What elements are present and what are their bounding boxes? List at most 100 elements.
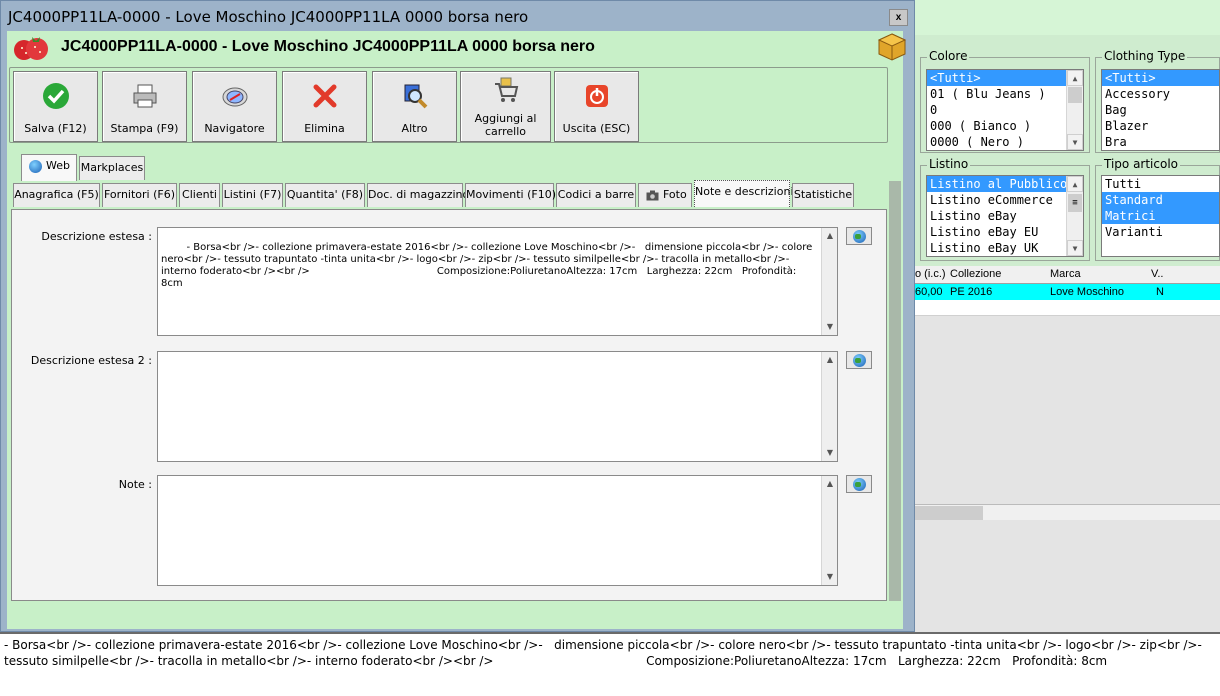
- scroll-down-icon[interactable]: ▼: [1067, 240, 1083, 256]
- colore-item[interactable]: 01 ( Blu Jeans ): [927, 86, 1083, 102]
- tab-codici-barre[interactable]: Codici a barre: [556, 183, 636, 207]
- descrizione-estesa-2-field[interactable]: ▲ ▼: [157, 351, 838, 462]
- tab-label: Doc. di magazzino: [368, 188, 470, 201]
- background-app-panel: Colore <Tutti> 01 ( Blu Jeans ) 0 000 ( …: [915, 0, 1220, 632]
- tab-label: Statistiche: [793, 188, 853, 201]
- globe-icon: [853, 230, 866, 243]
- scroll-down-icon[interactable]: ▼: [822, 445, 837, 461]
- tab-markplaces[interactable]: Markplaces: [79, 156, 145, 180]
- tab-label: Quantita' (F8): [286, 188, 364, 201]
- listino-item[interactable]: Listino al Pubblico: [927, 176, 1083, 192]
- strawberry-logo-icon: [14, 37, 48, 60]
- descrizione-estesa-value: - Borsa<br />- collezione primavera-esta…: [161, 242, 816, 289]
- print-button[interactable]: Stampa (F9): [102, 71, 187, 142]
- scroll-up-icon[interactable]: ▲: [822, 476, 837, 492]
- dialog-client-area: JC4000PP11LA-0000 - Love Moschino JC4000…: [7, 31, 907, 629]
- colore-item[interactable]: 000 ( Bianco ): [927, 118, 1083, 134]
- descrizione-estesa-field[interactable]: - Borsa<br />- collezione primavera-esta…: [157, 227, 838, 336]
- tab-doc-magazzino[interactable]: Doc. di magazzino: [367, 183, 469, 207]
- scroll-thumb[interactable]: ≡: [1068, 194, 1082, 212]
- note-field[interactable]: ▲ ▼: [157, 475, 838, 586]
- tab-foto[interactable]: Foto: [638, 183, 692, 207]
- grid-header-cell[interactable]: Marca: [1050, 268, 1081, 280]
- bottom-description-memo[interactable]: - Borsa<br />- collezione primavera-esta…: [0, 632, 1220, 696]
- listino-label: Listino: [927, 157, 971, 171]
- translate-button[interactable]: [846, 227, 872, 245]
- print-button-label: Stampa (F9): [110, 122, 179, 135]
- clothing-type-item[interactable]: <Tutti>: [1102, 70, 1219, 86]
- translate-button[interactable]: [846, 351, 872, 369]
- scroll-up-icon[interactable]: ▲: [822, 352, 837, 368]
- grid-header-cell[interactable]: V..: [1151, 268, 1163, 280]
- colore-label: Colore: [927, 49, 970, 63]
- page-title: JC4000PP11LA-0000 - Love Moschino JC4000…: [61, 38, 595, 55]
- table-row[interactable]: 60,00 PE 2016 Love Moschino N: [915, 284, 1220, 300]
- grid-empty-area: [915, 316, 1220, 504]
- tab-quantita[interactable]: Quantita' (F8): [285, 183, 365, 207]
- clothing-type-item[interactable]: Bra: [1102, 134, 1219, 150]
- tab-movimenti[interactable]: Movimenti (F10): [465, 183, 556, 207]
- grid-header-cell[interactable]: o (i.c.): [915, 268, 946, 280]
- more-button[interactable]: Altro: [372, 71, 457, 142]
- scroll-thumb[interactable]: [1068, 87, 1082, 103]
- grid-horizontal-scrollbar[interactable]: [915, 504, 1220, 520]
- scroll-down-icon[interactable]: ▼: [1067, 134, 1083, 150]
- table-row-empty[interactable]: [915, 300, 1220, 316]
- memo-scrollbar[interactable]: ▲ ▼: [821, 228, 837, 335]
- tab-statistiche[interactable]: Statistiche: [792, 183, 854, 207]
- listino-item[interactable]: Listino eCommerce: [927, 192, 1083, 208]
- listino-listbox[interactable]: Listino al Pubblico Listino eCommerce Li…: [926, 175, 1084, 257]
- scroll-up-icon[interactable]: ▲: [822, 228, 837, 244]
- tab-clienti[interactable]: Clienti: [179, 183, 220, 207]
- scroll-thumb[interactable]: [915, 506, 983, 520]
- colore-item[interactable]: 0: [927, 102, 1083, 118]
- grid-header-cell[interactable]: Collezione: [950, 268, 1001, 280]
- tipo-articolo-label: Tipo articolo: [1102, 157, 1181, 171]
- colore-item[interactable]: <Tutti>: [927, 70, 1083, 86]
- listino-scrollbar[interactable]: ▲ ≡ ▼: [1066, 176, 1083, 256]
- delete-button[interactable]: Elimina: [282, 71, 367, 142]
- colore-item[interactable]: 0000 ( Nero ): [927, 134, 1083, 150]
- close-button[interactable]: x: [889, 9, 908, 26]
- tipo-articolo-item[interactable]: Standard: [1102, 192, 1219, 208]
- navigator-button[interactable]: Navigatore: [192, 71, 277, 142]
- exit-button-label: Uscita (ESC): [562, 122, 631, 135]
- scroll-down-icon[interactable]: ▼: [822, 569, 837, 585]
- memo-scrollbar[interactable]: ▲ ▼: [821, 476, 837, 585]
- clothing-type-listbox[interactable]: <Tutti> Accessory Bag Blazer Bra: [1101, 69, 1220, 151]
- colore-scrollbar[interactable]: ▲ ▼: [1066, 70, 1083, 150]
- tab-anagrafica[interactable]: Anagrafica (F5): [13, 183, 100, 207]
- title-bar[interactable]: JC4000PP11LA-0000 - Love Moschino JC4000…: [1, 1, 914, 31]
- save-button[interactable]: Salva (F12): [13, 71, 98, 142]
- memo-scrollbar[interactable]: ▲ ▼: [821, 352, 837, 461]
- grid-cell: PE 2016: [950, 286, 993, 298]
- tipo-articolo-item[interactable]: Matrici: [1102, 208, 1219, 224]
- tab-label: Codici a barre: [557, 188, 635, 201]
- navigator-button-label: Navigatore: [204, 122, 265, 135]
- tab-listini[interactable]: Listini (F7): [222, 183, 283, 207]
- toolbar: Salva (F12) Stampa (F9) Navigatore Elimi…: [9, 67, 888, 143]
- listino-item[interactable]: Listino eBay UK: [927, 240, 1083, 256]
- scroll-up-icon[interactable]: ▲: [1067, 176, 1083, 192]
- tab-fornitori[interactable]: Fornitori (F6): [102, 183, 177, 207]
- translate-button[interactable]: [846, 475, 872, 493]
- add-to-cart-button[interactable]: Aggiungi al carrello: [460, 71, 551, 142]
- background-fill: [915, 520, 1220, 632]
- scroll-up-icon[interactable]: ▲: [1067, 70, 1083, 86]
- tipo-articolo-item[interactable]: Tutti: [1102, 176, 1219, 192]
- tab-note-descrizioni[interactable]: Note e descrizioni: [694, 180, 794, 207]
- exit-button[interactable]: Uscita (ESC): [554, 71, 639, 142]
- globe-icon: [853, 354, 866, 367]
- dialog-side-scrollbar[interactable]: [889, 181, 901, 601]
- listino-item[interactable]: Listino eBay EU: [927, 224, 1083, 240]
- tipo-articolo-listbox[interactable]: Tutti Standard Matrici Varianti: [1101, 175, 1220, 257]
- colore-listbox[interactable]: <Tutti> 01 ( Blu Jeans ) 0 000 ( Bianco …: [926, 69, 1084, 151]
- scroll-down-icon[interactable]: ▼: [822, 319, 837, 335]
- grid-cell: Love Moschino: [1050, 286, 1124, 298]
- listino-item[interactable]: Listino eBay: [927, 208, 1083, 224]
- clothing-type-item[interactable]: Accessory: [1102, 86, 1219, 102]
- clothing-type-item[interactable]: Bag: [1102, 102, 1219, 118]
- tipo-articolo-item[interactable]: Varianti: [1102, 224, 1219, 240]
- tab-web[interactable]: Web: [21, 154, 77, 181]
- clothing-type-item[interactable]: Blazer: [1102, 118, 1219, 134]
